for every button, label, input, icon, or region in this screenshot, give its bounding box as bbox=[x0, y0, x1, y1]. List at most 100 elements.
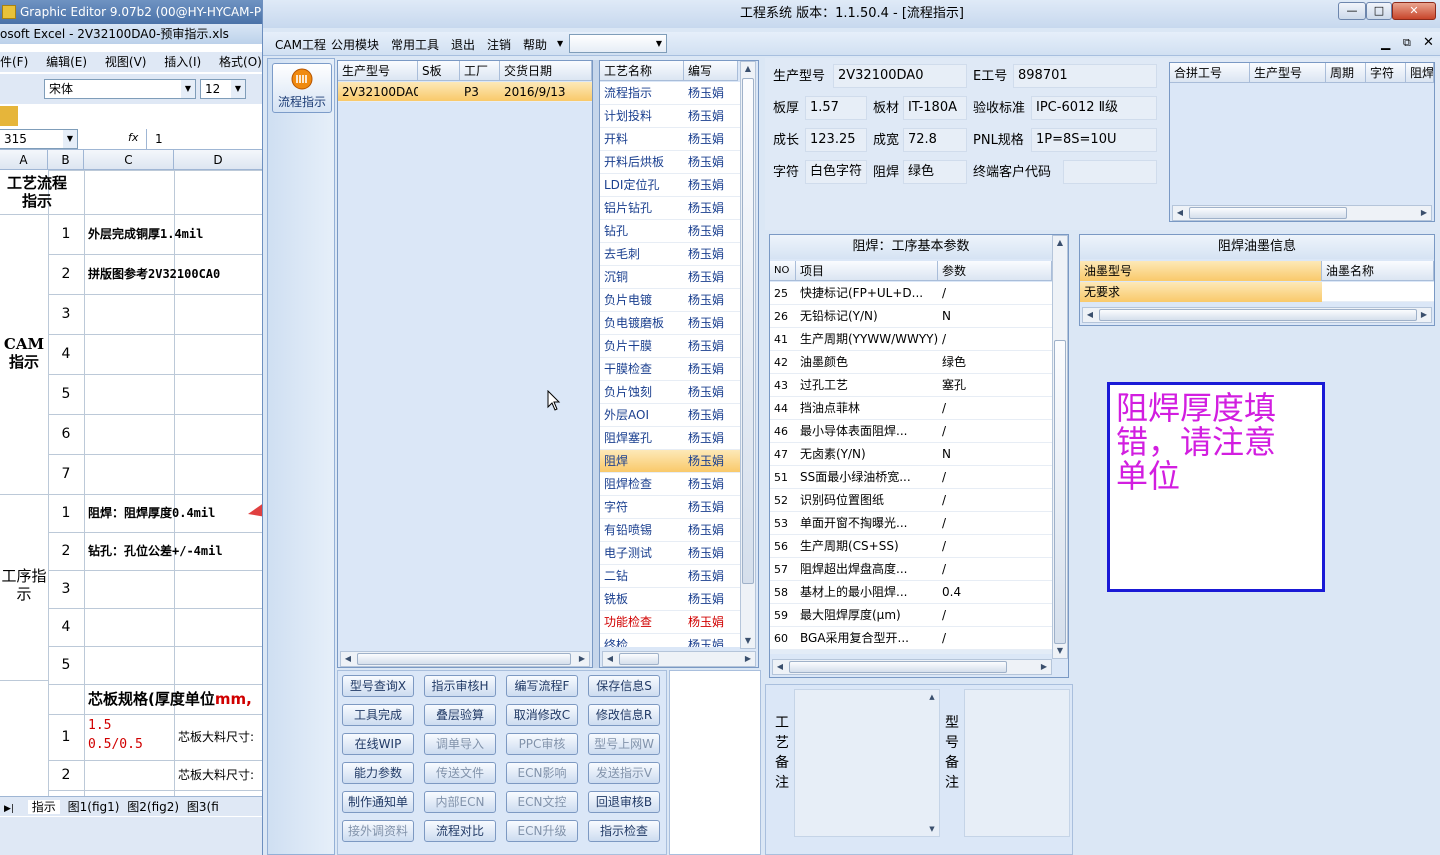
process-row[interactable]: 负电镀磨板 杨玉娟 bbox=[600, 312, 740, 335]
scroll-right-icon[interactable]: ▶ bbox=[1417, 206, 1431, 220]
proc-instruction[interactable] bbox=[88, 608, 262, 646]
col-param[interactable]: 参数 bbox=[938, 261, 1052, 281]
process-row[interactable]: 阻焊检查 杨玉娟 bbox=[600, 473, 740, 496]
param-row[interactable]: 57 阻焊超出焊盘高度... / bbox=[770, 558, 1052, 581]
param-row[interactable]: 26 无铅标记(Y/N) N bbox=[770, 305, 1052, 328]
font-name-select[interactable]: 宋体 ▼ bbox=[44, 79, 196, 99]
col-ink-model[interactable]: 油墨型号 bbox=[1080, 261, 1322, 281]
col-header-c[interactable]: C bbox=[84, 150, 174, 170]
nav-process-button[interactable]: 流程指示 bbox=[272, 63, 332, 113]
menu-cam[interactable]: CAM工程 bbox=[275, 36, 326, 53]
material-field[interactable]: IT-180A bbox=[903, 96, 967, 120]
scroll-up-icon[interactable]: ▲ bbox=[741, 62, 755, 76]
col-header-a[interactable]: A bbox=[0, 150, 48, 170]
cam-instruction[interactable]: 外层完成铜厚1.4mil bbox=[88, 214, 262, 254]
process-row[interactable]: 阻焊 杨玉娟 bbox=[600, 450, 740, 473]
name-box[interactable]: 315 ▼ bbox=[0, 129, 78, 149]
core-thickness[interactable] bbox=[88, 764, 172, 782]
sheet-grid[interactable]: 工艺流程指示 CAM指示 1 外层完成铜厚1.4mil 2 拼版图参考2V32100CA0… bbox=[0, 170, 262, 796]
scroll-thumb[interactable] bbox=[1054, 340, 1066, 644]
scroll-thumb[interactable] bbox=[1189, 207, 1347, 219]
cam-instruction[interactable] bbox=[88, 414, 262, 454]
character-field[interactable]: 白色字符 bbox=[805, 160, 867, 184]
tab-sheet-4[interactable]: 图3(fi bbox=[187, 800, 219, 814]
scroll-up-icon[interactable]: ▲ bbox=[925, 690, 939, 704]
process-hscrollbar[interactable]: ◀ ▶ bbox=[602, 651, 756, 667]
col-merge-no[interactable]: 合拼工号 bbox=[1170, 63, 1250, 83]
action-button[interactable]: ECN升级 bbox=[506, 820, 578, 842]
tab-sheet-2[interactable]: 图1(fig1) bbox=[68, 800, 120, 814]
param-row[interactable]: 53 单面开窗不掏曝光... / bbox=[770, 512, 1052, 535]
menu-logout[interactable]: 注销 bbox=[487, 36, 511, 53]
thickness-field[interactable]: 1.57 bbox=[805, 96, 867, 120]
process-row[interactable]: LDI定位孔 杨玉娟 bbox=[600, 174, 740, 197]
customer-code-field[interactable] bbox=[1063, 160, 1157, 184]
col-merge-cycle[interactable]: 周期 bbox=[1326, 63, 1366, 83]
param-row[interactable]: 51 SS面最小绿油桥宽... / bbox=[770, 466, 1052, 489]
action-button[interactable]: 叠层验算 bbox=[424, 704, 496, 726]
process-row[interactable]: 干膜检查 杨玉娟 bbox=[600, 358, 740, 381]
col-merge-char[interactable]: 字符 bbox=[1366, 63, 1406, 83]
action-button[interactable]: 保存信息S bbox=[588, 675, 660, 697]
action-button[interactable]: 传送文件 bbox=[424, 762, 496, 784]
tab-sheet-3[interactable]: 图2(fig2) bbox=[127, 800, 179, 814]
cam-instruction[interactable] bbox=[88, 374, 262, 414]
col-delivery-date[interactable]: 交货日期 bbox=[500, 61, 592, 81]
param-row[interactable]: 59 最大阻焊厚度(μm) / bbox=[770, 604, 1052, 627]
cam-instruction[interactable]: 拼版图参考2V32100CA0 bbox=[88, 254, 262, 294]
action-button[interactable]: 修改信息R bbox=[588, 704, 660, 726]
excel-menu-format[interactable]: 格式(O) bbox=[219, 55, 262, 69]
scroll-down-icon[interactable]: ▼ bbox=[741, 634, 755, 648]
proc-instruction[interactable] bbox=[88, 570, 262, 608]
param-row[interactable]: 44 挡油点菲林 / bbox=[770, 397, 1052, 420]
action-button[interactable]: PPC审核 bbox=[506, 733, 578, 755]
col-writer[interactable]: 编写 bbox=[684, 61, 738, 81]
action-button[interactable]: 型号查询X bbox=[342, 675, 414, 697]
core-thickness[interactable]: 0.5/0.5 bbox=[88, 737, 172, 755]
scroll-thumb[interactable] bbox=[742, 78, 754, 584]
process-row[interactable]: 二钻 杨玉娟 bbox=[600, 565, 740, 588]
col-header-b[interactable]: B bbox=[48, 150, 84, 170]
action-button[interactable]: 指示检查 bbox=[588, 820, 660, 842]
standard-field[interactable]: IPC-6012 Ⅱ级 bbox=[1031, 96, 1157, 120]
order-hscrollbar[interactable]: ◀ ▶ bbox=[340, 651, 590, 667]
scroll-thumb[interactable] bbox=[619, 653, 659, 665]
process-row[interactable]: 外层AOI 杨玉娟 bbox=[600, 404, 740, 427]
ink-row[interactable]: 无要求 bbox=[1080, 282, 1434, 302]
core-thickness[interactable]: 1.5 bbox=[88, 718, 172, 736]
param-row[interactable]: 56 生产周期(CS+SS) / bbox=[770, 535, 1052, 558]
action-button[interactable]: 发送指示V bbox=[588, 762, 660, 784]
action-button[interactable]: 能力参数 bbox=[342, 762, 414, 784]
close-button[interactable]: ✕ bbox=[1392, 2, 1436, 20]
action-button[interactable]: 工具完成 bbox=[342, 704, 414, 726]
proc-instruction[interactable] bbox=[88, 646, 262, 684]
col-header-d[interactable]: D bbox=[174, 150, 262, 170]
action-button[interactable]: 编写流程F bbox=[506, 675, 578, 697]
col-model[interactable]: 生产型号 bbox=[338, 61, 418, 81]
process-row[interactable]: 开料 杨玉娟 bbox=[600, 128, 740, 151]
menu-help[interactable]: 帮助 bbox=[523, 36, 547, 53]
col-item[interactable]: 项目 bbox=[796, 261, 938, 281]
scroll-left-icon[interactable]: ◀ bbox=[773, 660, 787, 674]
chevron-down-icon[interactable]: ▼ bbox=[557, 39, 563, 48]
mdi-minimize-icon[interactable]: ▁ bbox=[1381, 36, 1390, 50]
process-row[interactable]: 负片电镀 杨玉娟 bbox=[600, 289, 740, 312]
col-merge-sm[interactable]: 阻焊 bbox=[1406, 63, 1434, 83]
process-remark-field[interactable]: ▲ ▼ bbox=[794, 689, 940, 837]
model-field[interactable]: 2V32100DA0 bbox=[833, 64, 967, 88]
col-factory[interactable]: 工厂 bbox=[460, 61, 500, 81]
col-merge-model[interactable]: 生产型号 bbox=[1250, 63, 1326, 83]
proc-instruction[interactable]: 钻孔：孔位公差+/-4mil bbox=[88, 532, 262, 570]
model-remark-field[interactable] bbox=[964, 689, 1070, 837]
pnl-field[interactable]: 1P=8S=10U bbox=[1031, 128, 1157, 152]
param-row[interactable]: 52 识别码位置图纸 / bbox=[770, 489, 1052, 512]
action-button[interactable]: 接外调资料 bbox=[342, 820, 414, 842]
col-s-board[interactable]: S板 bbox=[418, 61, 460, 81]
cam-instruction[interactable] bbox=[88, 454, 262, 494]
formula-input[interactable]: 1 bbox=[146, 129, 262, 149]
col-ink-name[interactable]: 油墨名称 bbox=[1322, 261, 1434, 281]
scroll-left-icon[interactable]: ◀ bbox=[603, 652, 617, 666]
param-row[interactable]: 46 最小导体表面阻焊... / bbox=[770, 420, 1052, 443]
action-button[interactable]: 流程对比 bbox=[424, 820, 496, 842]
process-row[interactable]: 去毛刺 杨玉娟 bbox=[600, 243, 740, 266]
